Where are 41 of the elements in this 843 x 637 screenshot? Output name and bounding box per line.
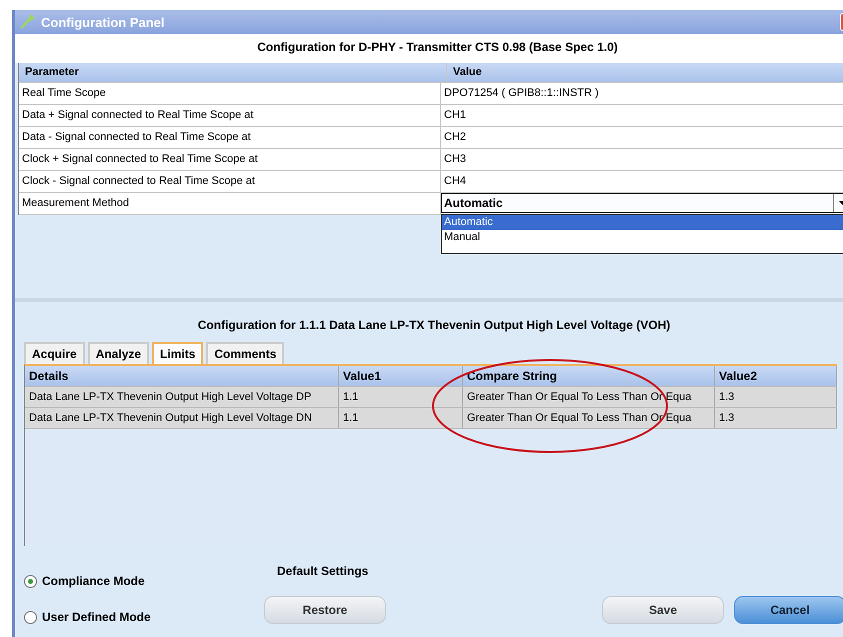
column-header: Value1 [339, 366, 463, 386]
dropdown-field[interactable]: Automatic [441, 193, 843, 213]
table-cell-text: CH2 [443, 130, 468, 145]
table-cell: Clock - Signal connected to Real Time Scope at [19, 171, 441, 192]
table-cell: Clock + Signal connected to Real Time Scope at [19, 149, 441, 170]
section-heading: Configuration for D-PHY - Transmitter CTS 0.98 (Base Spec 1.0) [15, 34, 843, 63]
table-cell-text: DPO71254 ( GPIB8::1::INSTR ) [443, 86, 600, 101]
table-cell: Data + Signal connected to Real Time Scope at [19, 105, 441, 126]
table-cell: 1.1 [339, 387, 463, 407]
tab[interactable]: Comments [206, 342, 284, 364]
column-header: Value [452, 65, 483, 80]
table-cell: 1.1 [339, 408, 463, 428]
table-cell-text: CH3 [443, 152, 468, 167]
table-cell: Data - Signal connected to Real Time Scope at [19, 127, 441, 148]
radio-option[interactable]: Compliance Mode [24, 574, 264, 588]
tab[interactable]: Limits [152, 342, 204, 364]
table-cell: Greater Than Or Equal To Less Than Or Equa [463, 387, 715, 407]
table-cell: Data Lane LP-TX Thevenin Output High Level Voltage DN [25, 408, 339, 428]
table-cell: Data Lane LP-TX Thevenin Output High Level Voltage DP [25, 387, 339, 407]
tab[interactable]: Acquire [24, 342, 85, 364]
cancel-button[interactable]: Cancel [734, 596, 843, 624]
table-cell-text: CH4 [443, 174, 468, 189]
table-cell-text: CH1 [443, 108, 468, 123]
default-settings-label: Default Settings [277, 564, 368, 578]
dropdown-option[interactable]: Automatic [442, 215, 843, 230]
column-header: Parameter [19, 63, 447, 82]
column-header: Compare String [463, 366, 715, 386]
radio-option[interactable]: User Defined Mode [24, 610, 264, 624]
table-cell: Real Time Scope [19, 83, 441, 104]
window-title: Configuration Panel [41, 14, 164, 30]
column-header: Details [25, 366, 339, 386]
table-cell: Greater Than Or Equal To Less Than Or Equa [463, 408, 715, 428]
save-button[interactable]: Save [602, 596, 724, 624]
table-cell: 1.3 [715, 387, 837, 407]
table-cell: 1.3 [715, 408, 837, 428]
section-heading: Configuration for 1.1.1 Data Lane LP-TX Thevenin Output High Level Voltage (VOH) [196, 317, 672, 334]
restore-button[interactable]: Restore [264, 596, 386, 624]
tab[interactable]: Analyze [88, 342, 150, 364]
wrench-icon [19, 14, 35, 30]
column-header: Value2 [715, 366, 837, 386]
dropdown-option[interactable]: Manual [442, 230, 843, 245]
